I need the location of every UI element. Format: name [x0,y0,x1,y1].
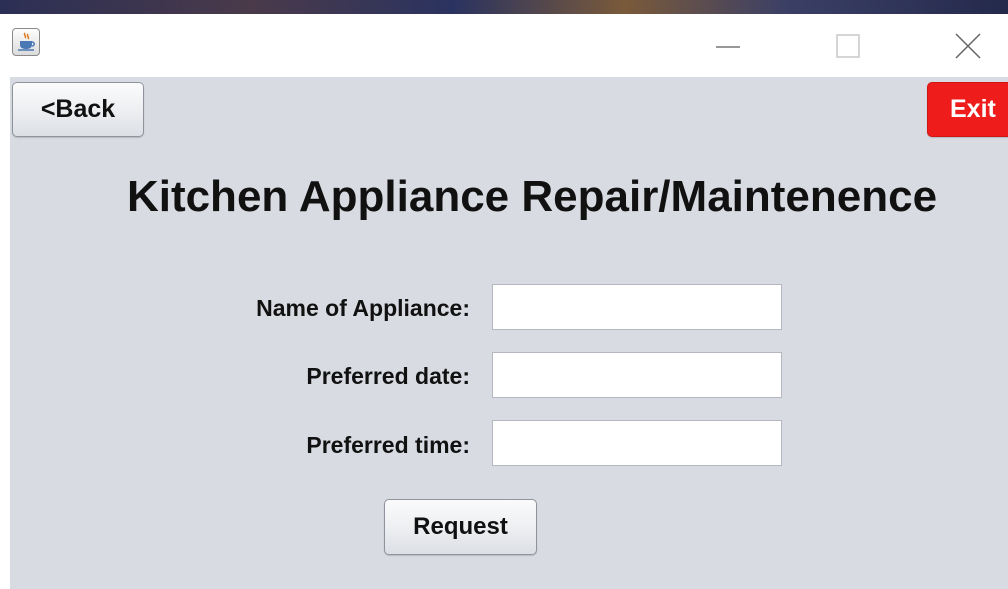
maximize-button[interactable] [825,28,871,64]
preferred-date-input[interactable] [492,352,782,398]
request-button[interactable]: Request [384,499,537,555]
desktop-background-strip [0,0,1008,14]
content-panel: <Back Exit Kitchen Appliance Repair/Main… [10,77,1008,589]
appliance-name-label: Name of Appliance: [256,295,470,321]
preferred-time-label: Preferred time: [306,432,470,458]
preferred-time-input[interactable] [492,420,782,466]
appliance-name-input[interactable] [492,284,782,330]
maximize-icon [836,34,860,58]
close-icon [955,33,981,59]
back-button[interactable]: <Back [12,82,144,137]
minimize-icon [716,46,740,48]
page-title: Kitchen Appliance Repair/Maintenence [126,172,938,221]
preferred-date-label: Preferred date: [306,363,470,389]
title-bar [10,14,1008,77]
java-cup-icon[interactable] [12,28,40,56]
exit-button[interactable]: Exit [927,82,1008,137]
app-window: <Back Exit Kitchen Appliance Repair/Main… [10,14,1008,589]
close-button[interactable] [945,28,991,64]
minimize-button[interactable] [705,28,751,64]
